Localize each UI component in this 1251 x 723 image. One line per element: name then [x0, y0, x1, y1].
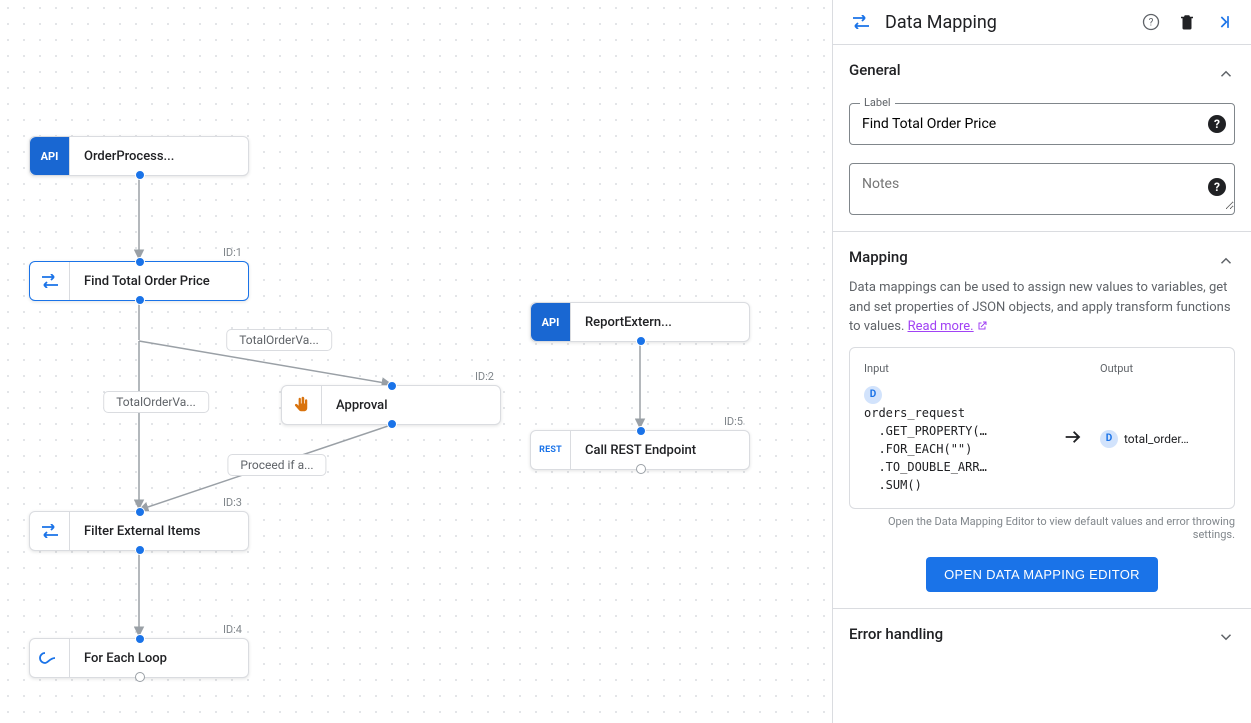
data-mapping-icon	[849, 10, 873, 34]
edge-label[interactable]: Proceed if a...	[227, 454, 326, 476]
svg-text:?: ?	[1149, 17, 1154, 28]
label-field-wrap: Label ?	[849, 103, 1235, 145]
open-data-mapping-editor-button[interactable]: OPEN DATA MAPPING EDITOR	[926, 557, 1158, 592]
app-root: TotalOrderVa... TotalOrderVa... Proceed …	[0, 0, 1251, 723]
node-label: Call REST Endpoint	[571, 443, 710, 458]
input-expression: .GET_PROPERTY(… .FOR_EACH("") .TO_DOUBLE…	[864, 422, 1046, 494]
input-col-header: Input	[864, 362, 1100, 375]
node-label: OrderProcess...	[70, 149, 188, 164]
node-filter-external-items[interactable]: ID:3 Filter External Items	[29, 511, 249, 551]
node-label: Approval	[322, 398, 402, 413]
section-header-mapping[interactable]: Mapping	[849, 248, 1235, 278]
rest-icon: REST	[531, 431, 571, 469]
hand-icon	[282, 386, 322, 424]
notes-field-wrap: ?	[849, 163, 1235, 215]
output-col-header: Output	[1100, 362, 1220, 375]
properties-panel: Data Mapping ? General Label ?	[832, 0, 1251, 723]
mapping-row[interactable]: Input Output D orders_request .GET_PROPE…	[849, 347, 1235, 509]
mapping-description: Data mappings can be used to assign new …	[849, 278, 1235, 337]
diagram-canvas[interactable]: TotalOrderVa... TotalOrderVa... Proceed …	[0, 0, 832, 723]
panel-header: Data Mapping ?	[833, 0, 1251, 45]
data-mapping-icon	[30, 512, 70, 550]
delete-icon[interactable]	[1175, 10, 1199, 34]
node-id-tag: ID:2	[475, 370, 494, 383]
field-caption: Label	[860, 96, 895, 109]
section-title: General	[849, 61, 901, 79]
edge-label[interactable]: TotalOrderVa...	[226, 329, 332, 351]
node-approval[interactable]: ID:2 Approval	[281, 385, 501, 425]
mapping-hint: Open the Data Mapping Editor to view def…	[849, 515, 1235, 541]
node-for-each-loop[interactable]: ID:4 For Each Loop	[29, 638, 249, 678]
notes-input[interactable]	[850, 164, 1234, 210]
node-id-tag: ID:3	[223, 496, 242, 509]
input-variable: orders_request	[864, 404, 1046, 422]
variable-chip: D	[1100, 430, 1118, 448]
output-variable: total_order…	[1124, 432, 1189, 446]
section-title: Mapping	[849, 248, 908, 266]
label-input[interactable]	[850, 104, 1234, 144]
section-mapping: Mapping Data mappings can be used to ass…	[833, 232, 1251, 609]
mapping-input: D orders_request .GET_PROPERTY(… .FOR_EA…	[864, 385, 1046, 494]
edge-layer	[0, 0, 832, 723]
loop-icon	[30, 639, 70, 677]
node-label: ReportExtern...	[571, 315, 686, 330]
node-find-total-order-price[interactable]: ID:1 Find Total Order Price	[29, 261, 249, 301]
mapping-output: D total_order…	[1100, 430, 1220, 448]
help-icon[interactable]: ?	[1139, 10, 1163, 34]
node-label: Filter External Items	[70, 524, 214, 539]
node-id-tag: ID:5	[724, 415, 743, 428]
node-id-tag: ID:4	[223, 623, 242, 636]
chevron-up-icon	[1217, 65, 1235, 88]
chevron-down-icon	[1217, 628, 1235, 651]
section-header-error[interactable]: Error handling	[849, 625, 1235, 655]
arrow-right-icon	[1062, 426, 1084, 453]
data-mapping-icon	[30, 262, 70, 300]
section-error-handling: Error handling	[833, 609, 1251, 671]
read-more-link[interactable]: Read more.	[908, 319, 988, 334]
node-id-tag: ID:1	[223, 246, 242, 259]
section-general: General Label ? ?	[833, 45, 1251, 232]
node-order-process[interactable]: API OrderProcess...	[29, 136, 249, 176]
node-call-rest-endpoint[interactable]: ID:5 REST Call REST Endpoint	[530, 430, 750, 470]
node-label: Find Total Order Price	[70, 274, 224, 289]
panel-title: Data Mapping	[885, 12, 1127, 33]
field-help-icon[interactable]: ?	[1208, 178, 1226, 196]
collapse-panel-icon[interactable]	[1211, 10, 1235, 34]
variable-chip: D	[864, 386, 882, 404]
field-help-icon[interactable]: ?	[1208, 115, 1226, 133]
api-icon: API	[531, 303, 571, 341]
section-header-general[interactable]: General	[849, 61, 1235, 91]
edge-label[interactable]: TotalOrderVa...	[103, 391, 209, 413]
api-icon: API	[30, 137, 70, 175]
chevron-up-icon	[1217, 252, 1235, 275]
node-report-extern[interactable]: API ReportExtern...	[530, 302, 750, 342]
node-label: For Each Loop	[70, 651, 181, 666]
section-title: Error handling	[849, 625, 943, 643]
